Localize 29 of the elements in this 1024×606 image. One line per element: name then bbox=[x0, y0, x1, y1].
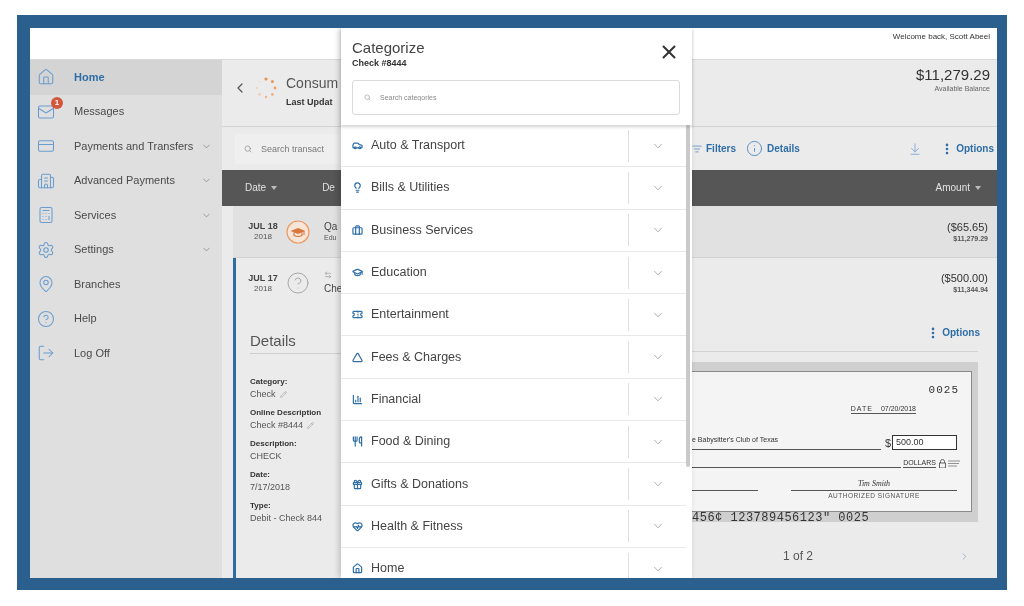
transaction-title: Qa bbox=[324, 221, 338, 233]
amount-box: 500.00 bbox=[892, 435, 957, 450]
currency-sign: $ bbox=[884, 437, 891, 450]
dialog-title: Categorize bbox=[352, 39, 425, 57]
date-text: JUL 18 bbox=[248, 221, 278, 232]
transaction-title: Che bbox=[324, 283, 343, 295]
field-label: Online Description bbox=[250, 407, 322, 419]
field-label: Description: bbox=[250, 438, 297, 450]
balance-amount: $11,279.29 bbox=[916, 66, 990, 84]
year-text: 2018 bbox=[254, 283, 272, 294]
field-label: Date: bbox=[250, 469, 270, 481]
welcome-text: Welcome back, Scott Abeel bbox=[892, 32, 990, 42]
field-value: Debit - Check 844 bbox=[250, 512, 323, 525]
amount-text: ($500.00) bbox=[940, 272, 988, 285]
field-label: Category: bbox=[250, 376, 288, 388]
amount-text: ($65.65) bbox=[947, 220, 988, 234]
account-title: Consum bbox=[286, 74, 339, 92]
signature-text: Tim Smith bbox=[857, 478, 891, 490]
dialog-subtitle: Check #8444 bbox=[352, 58, 408, 69]
page-indicator: 1 of 2 bbox=[783, 548, 814, 564]
notification-badge: 1 bbox=[51, 96, 63, 109]
field-value: 7/17/2018 bbox=[250, 481, 291, 494]
check-number: 0025 bbox=[928, 384, 959, 396]
field-value: CHECK bbox=[250, 450, 282, 463]
micr-line: 456¢ 123789456123" 0025 bbox=[692, 511, 870, 525]
field-label: Type: bbox=[250, 500, 271, 512]
year-text: 2018 bbox=[254, 232, 272, 242]
date-text: JUL 17 bbox=[248, 272, 278, 284]
last-updated-text: Last Updat bbox=[286, 97, 334, 108]
